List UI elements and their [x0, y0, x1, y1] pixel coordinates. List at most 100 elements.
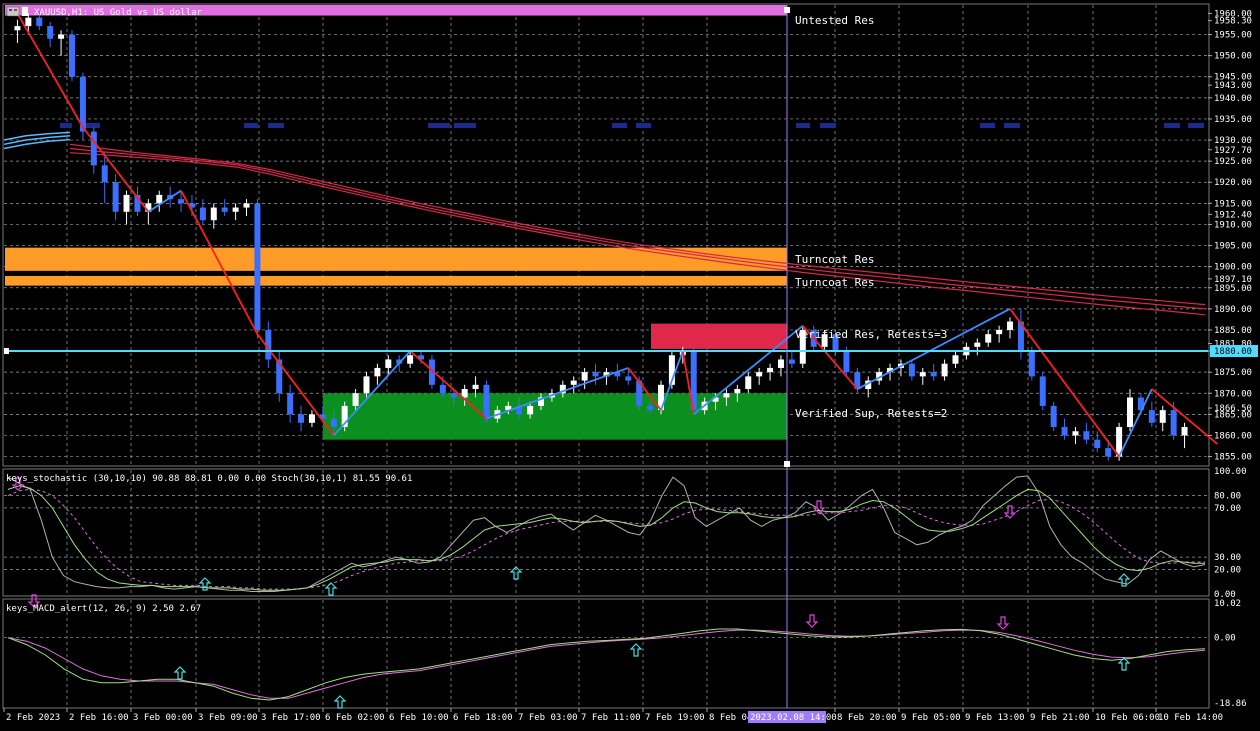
- candle-body: [952, 355, 959, 364]
- candle-body: [374, 367, 381, 377]
- candle-body: [767, 367, 774, 373]
- candle-body: [1039, 376, 1046, 406]
- candle-body: [287, 393, 294, 415]
- price-label: 1943.00: [1214, 81, 1252, 91]
- candle-body: [472, 384, 479, 390]
- candle-body: [123, 194, 130, 212]
- chart-canvas[interactable]: 100.0080.0070.0030.0020.000.00 10.020.00…: [0, 0, 1260, 727]
- candle-body: [58, 34, 65, 39]
- macd-title: keys_MACD_alert(12, 26, 9) 2.50 2.67: [6, 604, 201, 614]
- stochastic-title: keys_stochastic (30,10,10) 90.88 88.81 0…: [6, 474, 412, 484]
- session-marker: [980, 123, 995, 128]
- stoch-label: 30.00: [1214, 553, 1241, 563]
- current-price-label: 1880.00: [1214, 347, 1252, 357]
- session-marker: [612, 123, 627, 128]
- time-label: 9 Feb 21:00: [1030, 713, 1090, 723]
- session-marker: [796, 123, 810, 128]
- price-label: 1875.00: [1214, 368, 1252, 378]
- candle-body: [112, 182, 119, 212]
- candle-body: [308, 414, 315, 423]
- candle-body: [1105, 448, 1112, 457]
- session-marker: [60, 123, 72, 128]
- candle-body: [36, 17, 43, 27]
- time-label: 10 Feb 06:00: [1095, 713, 1160, 723]
- session-marker: [1164, 123, 1180, 128]
- trade-panel-icon[interactable]: [6, 6, 28, 17]
- session-marker: [244, 123, 258, 128]
- candle-body: [592, 372, 599, 377]
- time-label: 6 Feb 10:00: [389, 713, 449, 723]
- candle-body: [647, 405, 654, 411]
- candle-body: [1159, 410, 1166, 423]
- price-label: 1895.00: [1214, 284, 1252, 294]
- time-label: 3 Feb 00:00: [133, 713, 193, 723]
- candle-body: [756, 372, 763, 377]
- candle-body: [985, 334, 992, 343]
- time-label: 8 Feb 20:00: [837, 713, 897, 723]
- session-marker: [1188, 123, 1204, 128]
- price-label: 1955.00: [1214, 31, 1252, 41]
- price-label: 1890.00: [1214, 305, 1252, 315]
- time-label: 2 Feb 2023: [6, 713, 60, 723]
- verified-sup-label: Verified Sup, Retests=2: [795, 407, 947, 420]
- price-label: 1870.00: [1214, 389, 1252, 399]
- candle-body: [178, 199, 185, 204]
- candle-body: [581, 372, 588, 381]
- turncoat-res-label-1: Turncoat Res: [795, 253, 874, 266]
- time-label: 3 Feb 17:00: [261, 713, 321, 723]
- time-label: 7 Feb 11:00: [581, 713, 641, 723]
- candle-body: [352, 393, 359, 406]
- cursor-time-tag: 2023.02.08 14:00: [748, 711, 837, 723]
- candle-body: [570, 380, 577, 385]
- candle-body: [930, 372, 937, 377]
- macd-label: -18.86: [1214, 699, 1247, 709]
- turncoat-res-zone: [5, 275, 787, 286]
- price-label: 1910.00: [1214, 220, 1252, 230]
- price-label: 1958.30: [1214, 17, 1252, 27]
- macd-label: 10.02: [1214, 599, 1241, 609]
- candle-body: [363, 376, 370, 394]
- candle-body: [974, 342, 981, 347]
- candle-body: [450, 393, 457, 398]
- candle-body: [14, 26, 21, 31]
- stoch-label: 70.00: [1214, 504, 1241, 514]
- candle-body: [210, 207, 217, 221]
- time-label: 6 Feb 18:00: [453, 713, 513, 723]
- price-label: 1905.00: [1214, 242, 1252, 252]
- candle-body: [1028, 351, 1035, 377]
- candle-body: [908, 363, 915, 377]
- chart-title: XAUUSD,H1: US Gold vs US dollar: [34, 8, 203, 18]
- price-label: 1927.70: [1214, 146, 1252, 156]
- candle-body: [156, 194, 163, 204]
- candle-body: [843, 351, 850, 373]
- time-label: 7 Feb 19:00: [645, 713, 705, 723]
- time-label: 7 Feb 03:00: [518, 713, 578, 723]
- candle-body: [90, 131, 97, 166]
- stoch-label: 80.00: [1214, 492, 1241, 502]
- candle-body: [723, 393, 730, 398]
- verified-res-zone: [651, 323, 787, 349]
- time-axis: 2 Feb 2023 2 Feb 16:00 3 Feb 00:00 3 Feb 09…: [3, 708, 1223, 723]
- price-label: 1865.00: [1214, 410, 1252, 420]
- price-label: 1950.00: [1214, 52, 1252, 62]
- candle-body: [385, 359, 392, 368]
- verified-res-label: Verified Res, Retests=3: [795, 328, 947, 341]
- candle-body: [996, 329, 1003, 335]
- vline-handle: [784, 7, 790, 13]
- candle-body: [1007, 321, 1014, 330]
- price-label: 1860.00: [1214, 431, 1252, 441]
- candle-body: [199, 207, 206, 221]
- candle-body: [243, 203, 250, 208]
- candle-body: [483, 384, 490, 419]
- candle-body: [407, 355, 414, 364]
- candle-body: [1072, 431, 1079, 436]
- candle-body: [788, 359, 795, 364]
- candle-body: [941, 363, 948, 377]
- macd-label: 0.00: [1214, 634, 1236, 644]
- untested-res-label: Untested Res: [795, 14, 874, 27]
- candle-body: [1083, 431, 1090, 440]
- candle-body: [461, 389, 468, 398]
- candle-body: [745, 376, 752, 390]
- candle-body: [527, 405, 534, 415]
- candle-body: [1148, 410, 1155, 423]
